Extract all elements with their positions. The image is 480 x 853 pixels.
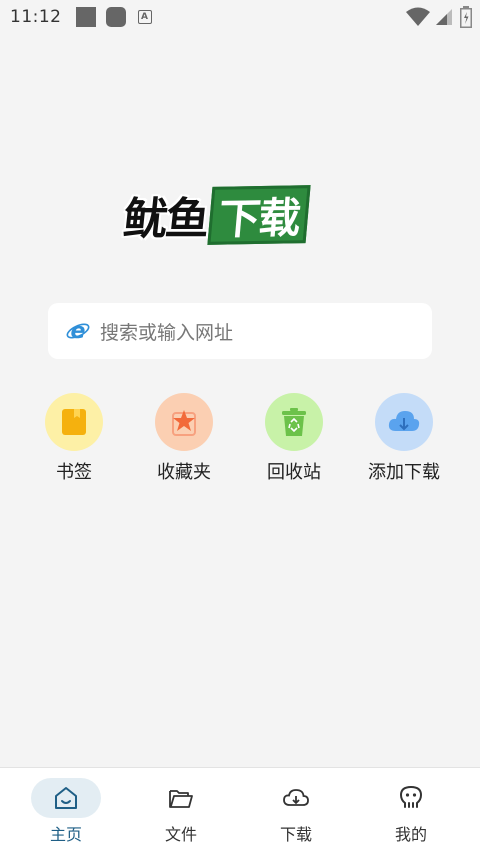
battery-icon: [460, 6, 472, 28]
bottom-nav: 主页 文件 下载 我的: [0, 767, 480, 853]
wifi-icon: [406, 7, 430, 26]
favorites-star-icon: [172, 410, 196, 436]
app-logo: 鱿鱼 下载: [120, 183, 360, 247]
ie-browser-icon: e: [66, 319, 90, 343]
nav-downloads-icon-wrap[interactable]: [261, 778, 331, 818]
favorites-icon-circle[interactable]: [155, 393, 213, 451]
quick-action-bookmarks[interactable]: 书签: [19, 393, 129, 484]
bookmark-icon: [62, 409, 86, 435]
bookmark-icon-circle[interactable]: [45, 393, 103, 451]
notification-rounded-icon: [105, 7, 126, 27]
quick-action-label: 收藏夹: [157, 462, 211, 483]
nav-label-profile: 我的: [394, 825, 427, 844]
nav-profile-icon-wrap[interactable]: [376, 778, 446, 818]
folder-icon: [169, 790, 193, 808]
nav-item-profile[interactable]: 我的: [351, 768, 471, 853]
nav-item-files[interactable]: 文件: [121, 768, 241, 853]
recycle-bin-icon: [282, 408, 306, 436]
nav-item-home[interactable]: 主页: [6, 768, 126, 853]
status-bar: 11:12 A: [0, 0, 480, 34]
status-right-icons: [406, 6, 472, 28]
search-bar[interactable]: e 搜索或输入网址: [48, 303, 432, 359]
nav-label-files: 文件: [164, 825, 197, 844]
nav-label-home: 主页: [49, 825, 82, 844]
home-icon: [55, 787, 77, 809]
notification-square-icon: [75, 7, 96, 27]
nav-home-icon-wrap[interactable]: [31, 778, 101, 818]
search-input[interactable]: 搜索或输入网址: [100, 318, 233, 345]
notification-a-icon: A: [137, 10, 152, 24]
quick-action-add-download[interactable]: 添加下载: [349, 393, 459, 484]
svg-text:e: e: [71, 319, 86, 343]
cloud-download-icon-circle[interactable]: [375, 393, 433, 451]
quick-action-label: 书签: [56, 462, 92, 483]
status-time: 11:12: [10, 7, 62, 27]
cloud-download-nav-icon: [283, 789, 309, 806]
nav-files-icon-wrap[interactable]: [146, 778, 216, 818]
logo-text-dark: 鱿鱼: [120, 194, 211, 245]
recycle-bin-icon-circle[interactable]: [265, 393, 323, 451]
quick-action-recycle-bin[interactable]: 回收站: [239, 393, 349, 484]
cloud-download-icon: [388, 411, 420, 431]
logo-text-green: 下载: [207, 185, 311, 245]
signal-icon: [436, 9, 452, 25]
quick-action-favorites[interactable]: 收藏夹: [129, 393, 239, 484]
profile-icon: [399, 785, 423, 808]
quick-action-label: 添加下载: [368, 462, 440, 483]
nav-label-downloads: 下载: [279, 825, 312, 844]
quick-action-label: 回收站: [267, 462, 321, 483]
nav-item-downloads[interactable]: 下载: [236, 768, 356, 853]
